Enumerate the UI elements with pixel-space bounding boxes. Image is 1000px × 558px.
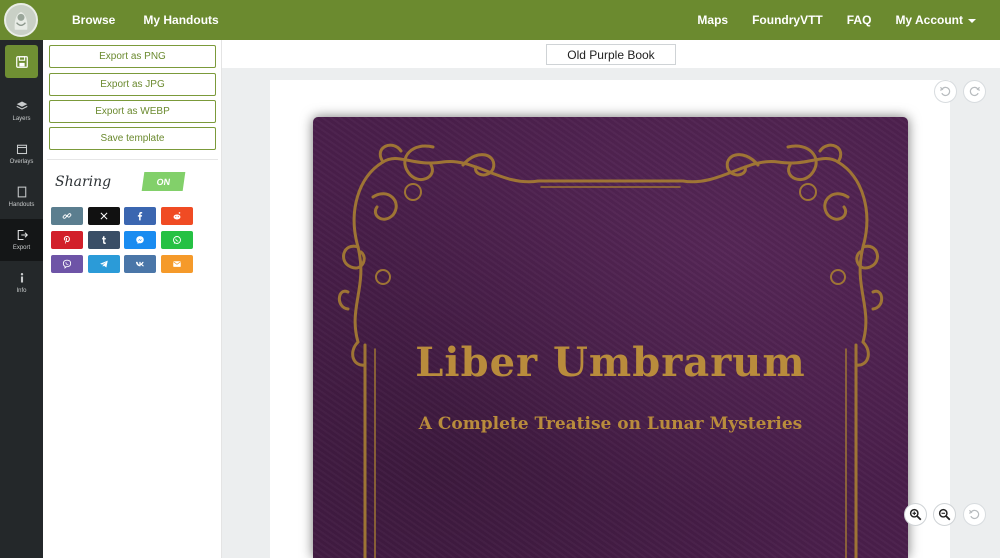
envelope-icon — [173, 261, 181, 267]
title-strip: Old Purple Book — [222, 40, 1000, 68]
nav-foundryvtt[interactable]: FoundryVTT — [752, 13, 823, 27]
pinterest-icon — [63, 235, 70, 245]
nav-maps[interactable]: Maps — [697, 13, 728, 27]
x-logo-icon — [100, 212, 108, 220]
nav-my-account[interactable]: My Account — [895, 13, 976, 27]
handouts-icon — [17, 186, 26, 198]
share-facebook-button[interactable] — [124, 207, 156, 225]
messenger-icon — [136, 236, 144, 244]
export-jpg-button[interactable]: Export as JPG — [49, 73, 216, 96]
sharing-label: Sharing — [55, 174, 112, 190]
floppy-disk-icon — [15, 55, 28, 68]
undo-button[interactable] — [934, 80, 957, 103]
rail-export[interactable]: Export — [0, 219, 43, 261]
book-title: Liber Umbrarum — [415, 339, 806, 386]
info-icon — [20, 273, 23, 283]
rail-label: Overlays — [9, 159, 34, 165]
reddit-icon — [173, 212, 181, 220]
redo-icon — [969, 86, 981, 97]
share-reddit-button[interactable] — [161, 207, 193, 225]
export-panel: Export as PNG Export as JPG Export as WE… — [43, 40, 222, 558]
export-png-button[interactable]: Export as PNG — [49, 45, 216, 68]
handout-name-field[interactable]: Old Purple Book — [546, 44, 676, 65]
reset-zoom-button[interactable] — [963, 503, 986, 526]
share-whatsapp-button[interactable] — [161, 231, 193, 249]
telegram-icon — [100, 260, 108, 268]
share-copy-link-button[interactable] — [51, 207, 83, 225]
rail-layers[interactable]: Layers — [0, 90, 43, 132]
share-telegram-button[interactable] — [88, 255, 120, 273]
save-button[interactable] — [5, 45, 38, 78]
export-icon — [17, 229, 28, 241]
rail-label: Layers — [12, 116, 31, 122]
nav-faq[interactable]: FAQ — [847, 13, 872, 27]
editor-canvas-area: Old Purple Book Liber Umbrarum A Complet… — [222, 40, 1000, 558]
rail-label: Handouts — [8, 202, 35, 208]
share-messenger-button[interactable] — [124, 231, 156, 249]
rail-info[interactable]: Info — [0, 262, 43, 304]
reset-icon — [968, 509, 980, 520]
facebook-icon — [137, 212, 143, 221]
top-navbar: Browse My Handouts Maps FoundryVTT FAQ M… — [0, 0, 1000, 40]
zoom-out-button[interactable] — [933, 503, 956, 526]
rail-overlays[interactable]: Overlays — [0, 133, 43, 175]
redo-button[interactable] — [963, 80, 986, 103]
caret-down-icon — [968, 18, 976, 23]
whatsapp-icon — [173, 236, 181, 244]
nav-my-account-label: My Account — [895, 13, 963, 27]
overlays-icon — [16, 144, 27, 155]
rail-handouts[interactable]: Handouts — [0, 176, 43, 218]
layers-icon — [16, 101, 27, 110]
nav-browse[interactable]: Browse — [72, 13, 115, 27]
site-logo[interactable] — [4, 3, 38, 37]
link-icon — [62, 213, 72, 219]
share-viber-button[interactable] — [51, 255, 83, 273]
vk-icon — [135, 261, 144, 267]
ornate-frame-decoration — [337, 143, 884, 558]
zoom-in-icon — [909, 508, 922, 521]
share-tumblr-button[interactable] — [88, 231, 120, 249]
panel-divider — [47, 159, 218, 160]
rail-label: Info — [16, 288, 27, 294]
undo-icon — [939, 86, 951, 97]
rail-label: Export — [12, 245, 31, 251]
save-template-button[interactable]: Save template — [49, 127, 216, 150]
share-email-button[interactable] — [161, 255, 193, 273]
tool-rail: Layers Overlays Handouts Export Info — [0, 40, 43, 558]
zoom-in-button[interactable] — [904, 503, 927, 526]
share-pinterest-button[interactable] — [51, 231, 83, 249]
viber-icon — [62, 259, 72, 269]
zoom-out-icon — [938, 508, 951, 521]
export-webp-button[interactable]: Export as WEBP — [49, 100, 216, 123]
share-vk-button[interactable] — [124, 255, 156, 273]
book-subtitle: A Complete Treatise on Lunar Mysteries — [418, 414, 803, 434]
nav-my-handouts[interactable]: My Handouts — [143, 13, 218, 27]
book-cover-image[interactable]: Liber Umbrarum A Complete Treatise on Lu… — [313, 117, 908, 558]
tumblr-icon — [102, 236, 106, 244]
sharing-toggle[interactable]: ON — [141, 172, 186, 191]
share-x-button[interactable] — [88, 207, 120, 225]
